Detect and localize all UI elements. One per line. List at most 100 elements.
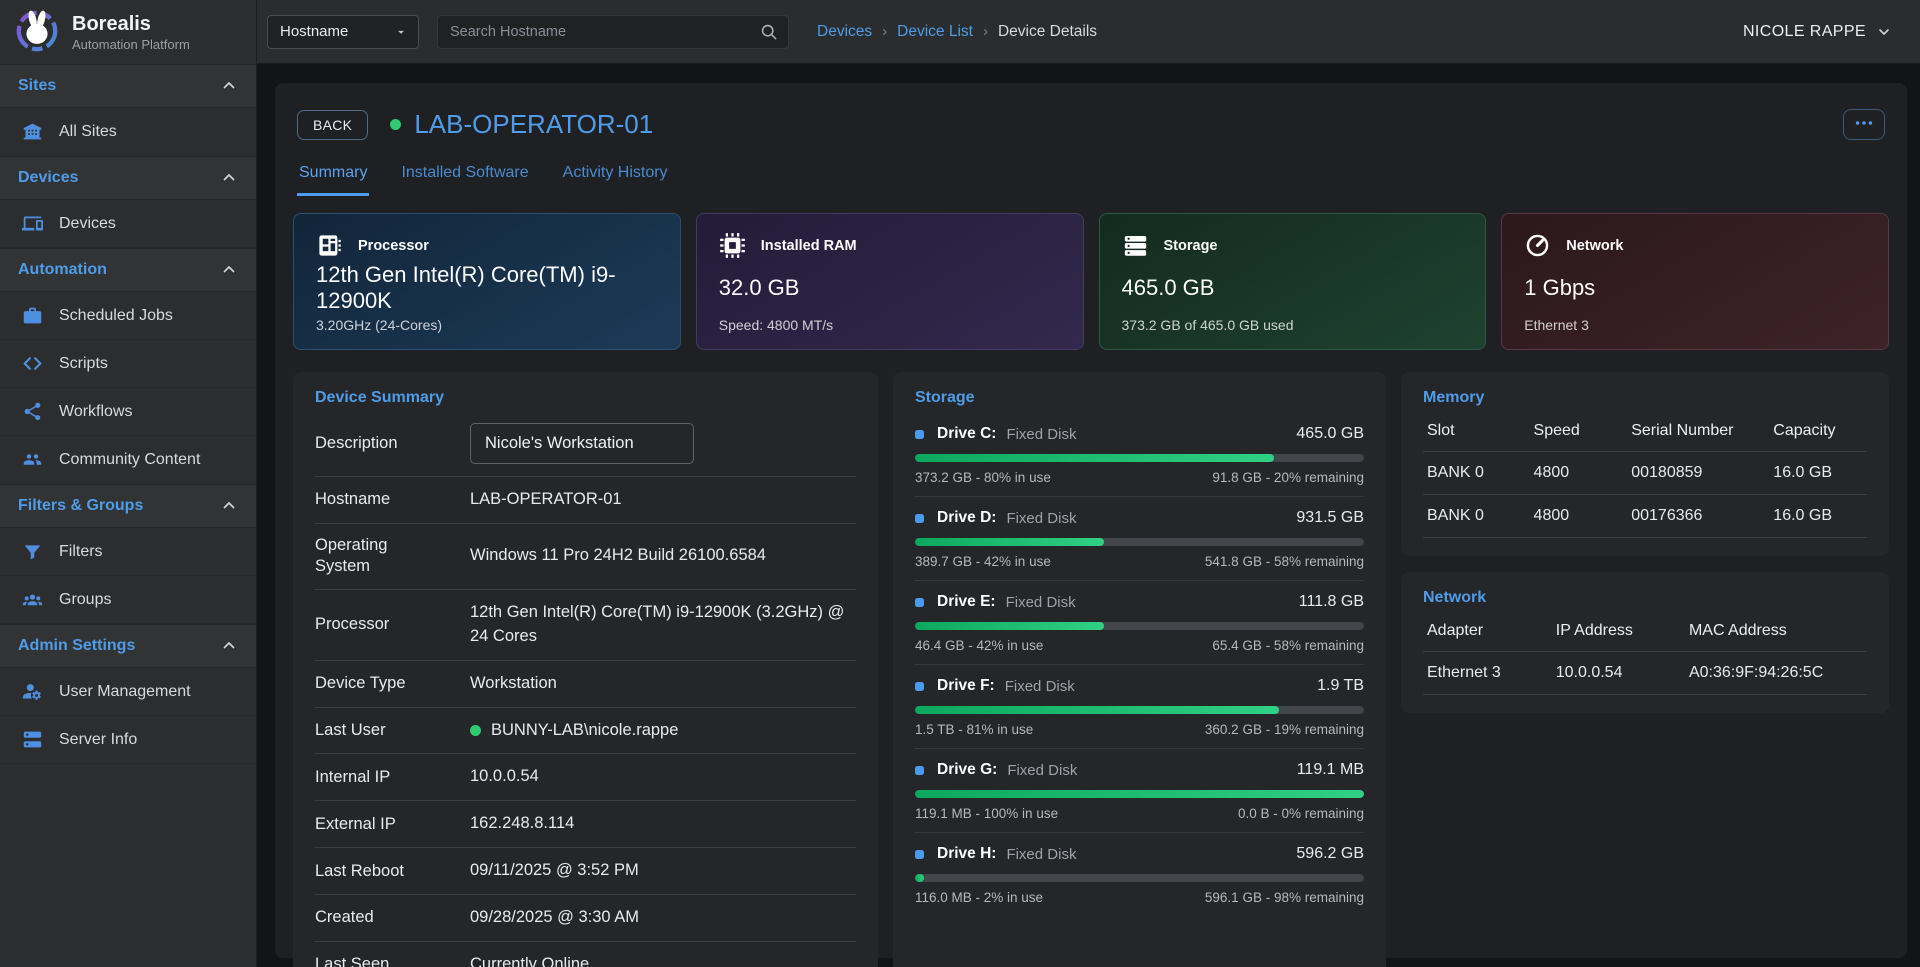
sidebar-section-automation[interactable]: Automation [0,248,256,292]
workflow-icon [22,401,43,422]
tab-activity-history[interactable]: Activity History [561,164,670,196]
content-area: BACK LAB-OPERATOR-01 Summary Installed S… [257,64,1920,967]
device-header: BACK LAB-OPERATOR-01 [293,109,1889,140]
breadcrumb-device-list[interactable]: Device List [897,23,973,41]
summary-value: BUNNY-LAB\nicole.rappe [470,719,678,743]
drive-bullet-icon [915,514,924,523]
user-online-dot [470,725,481,736]
briefcase-icon [22,305,43,326]
brand-subtitle: Automation Platform [72,37,190,52]
topbar: Hostname Devices › Device List › Device … [257,0,1920,64]
summary-row-description: Description [315,413,856,477]
network-header-adapter: Adapter [1423,613,1552,652]
description-input[interactable] [470,423,694,464]
building-icon [22,121,43,142]
drive-usage-fill [915,790,1364,798]
summary-label: Device Type [315,673,445,694]
sidebar-item-groups[interactable]: Groups [0,576,256,624]
drive-used: 1.5 TB - 81% in use [915,722,1033,737]
drive-remaining: 65.4 GB - 58% remaining [1212,638,1364,653]
chevron-down-icon [1876,24,1892,40]
code-icon [22,353,43,374]
breadcrumb-separator: › [882,23,887,40]
memory-row: BANK 0 4800 00180859 16.0 GB [1423,452,1867,495]
stat-card-label: Network [1566,238,1623,254]
sidebar-item-label: Filters [59,543,103,561]
sidebar-item-scripts[interactable]: Scripts [0,340,256,388]
summary-row-last-user: Last User BUNNY-LAB\nicole.rappe [315,708,856,755]
search-field-selected-value: Hostname [280,23,348,40]
sidebar-section-admin-settings[interactable]: Admin Settings [0,624,256,668]
drive-type: Fixed Disk [1007,762,1077,779]
server-icon [22,729,43,750]
chevron-up-icon [220,637,238,655]
sidebar-item-label: Community Content [59,451,200,469]
more-actions-button[interactable] [1843,109,1885,140]
sidebar-item-user-management[interactable]: User Management [0,668,256,716]
user-menu[interactable]: NICOLE RAPPE [1743,23,1892,41]
summary-row-external-ip: External IP 162.248.8.114 [315,801,856,848]
tab-summary[interactable]: Summary [297,164,369,196]
network-title: Network [1423,589,1867,607]
tab-installed-software[interactable]: Installed Software [399,164,530,196]
summary-label: Last Seen [315,954,445,967]
sidebar-item-server-info[interactable]: Server Info [0,716,256,764]
summary-value: Currently Online [470,953,589,967]
back-button[interactable]: BACK [297,110,368,140]
summary-row-last-reboot: Last Reboot 09/11/2025 @ 3:52 PM [315,848,856,895]
stat-card-caption: Speed: 4800 MT/s [719,317,1061,333]
drive-usage-bar [915,538,1364,546]
sidebar-item-devices[interactable]: Devices [0,200,256,248]
chevron-up-icon [220,261,238,279]
drive-used: 46.4 GB - 42% in use [915,638,1043,653]
drive-bullet-icon [915,430,924,439]
drive-name: Drive C: [937,425,996,443]
brand-logo-area[interactable]: Borealis Automation Platform [0,0,256,64]
drive-usage-fill [915,706,1279,714]
summary-row-processor: Processor 12th Gen Intel(R) Core(TM) i9-… [315,590,856,661]
drive-size: 111.8 GB [1299,593,1364,611]
drive-usage-bar [915,790,1364,798]
drive-type: Fixed Disk [1006,426,1076,443]
summary-label: Last User [315,720,445,741]
sidebar-item-all-sites[interactable]: All Sites [0,108,256,156]
drive-usage-fill [915,622,1104,630]
search-input[interactable] [450,24,759,40]
sidebar-item-scheduled-jobs[interactable]: Scheduled Jobs [0,292,256,340]
rabbit-logo-icon [14,7,60,58]
device-title: LAB-OPERATOR-01 [414,109,653,140]
drive-name: Drive E: [937,593,996,611]
drive-name: Drive H: [937,845,996,863]
app-root: Borealis Automation Platform Sites All S… [0,0,1920,967]
storage-panel: Storage Drive C: Fixed Disk 465.0 GB 373… [893,372,1386,967]
sidebar-item-label: Scheduled Jobs [59,307,173,325]
drive-row-c: Drive C: Fixed Disk 465.0 GB 373.2 GB - … [915,413,1364,497]
sidebar-section-devices[interactable]: Devices [0,156,256,200]
sidebar-section-filters-groups[interactable]: Filters & Groups [0,484,256,528]
brand-name: Borealis [72,13,190,35]
sidebar-item-filters[interactable]: Filters [0,528,256,576]
main-area: Hostname Devices › Device List › Device … [257,0,1920,967]
sidebar-section-label: Admin Settings [18,637,135,655]
drive-type: Fixed Disk [1005,678,1075,695]
breadcrumb: Devices › Device List › Device Details [817,23,1097,41]
sidebar-item-community-content[interactable]: Community Content [0,436,256,484]
user-name: NICOLE RAPPE [1743,23,1866,41]
sidebar-item-label: User Management [59,683,191,701]
network-mac: A0:36:9F:94:26:5C [1685,652,1867,695]
drive-used: 119.1 MB - 100% in use [915,806,1058,821]
drive-type: Fixed Disk [1006,594,1076,611]
device-online-dot [390,119,401,130]
search-field-select[interactable]: Hostname [267,15,419,49]
search-box [437,15,789,49]
drive-bullet-icon [915,850,924,859]
sidebar-item-workflows[interactable]: Workflows [0,388,256,436]
stat-cards: Processor 12th Gen Intel(R) Core(TM) i9-… [293,213,1889,350]
summary-row-device-type: Device Type Workstation [315,661,856,708]
chevron-up-icon [220,169,238,187]
stat-card-value: 12th Gen Intel(R) Core(TM) i9-12900K [316,262,658,314]
sidebar-section-sites[interactable]: Sites [0,64,256,108]
brand-text: Borealis Automation Platform [72,13,190,52]
drive-usage-bar [915,706,1364,714]
breadcrumb-devices[interactable]: Devices [817,23,872,41]
